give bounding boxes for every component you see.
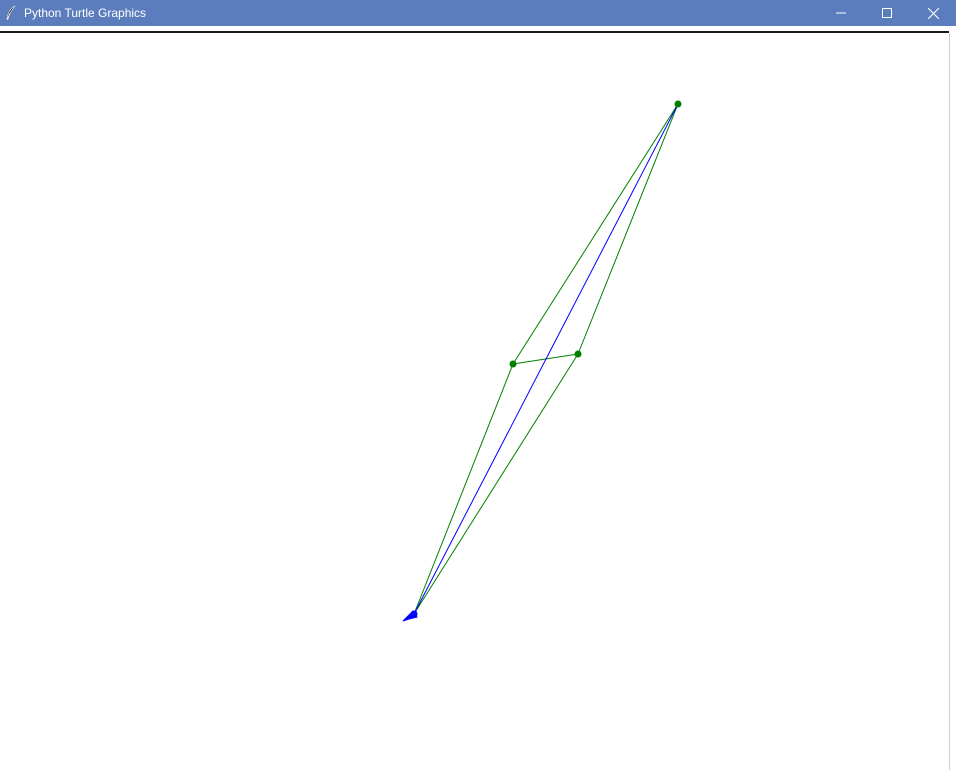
edge-top-to-left [512, 103, 679, 365]
turtle-window: Python Turtle Graphics [0, 0, 956, 770]
edge-right-to-bottom [413, 353, 579, 615]
dot-left [509, 360, 517, 368]
edge-top-to-right [577, 103, 679, 355]
drawing [402, 100, 682, 622]
edge-left-to-bottom [413, 363, 514, 615]
dot-top [674, 100, 682, 108]
diagonal-line [413, 103, 679, 615]
turtle-canvas[interactable] [0, 0, 956, 770]
dot-right [574, 350, 582, 358]
